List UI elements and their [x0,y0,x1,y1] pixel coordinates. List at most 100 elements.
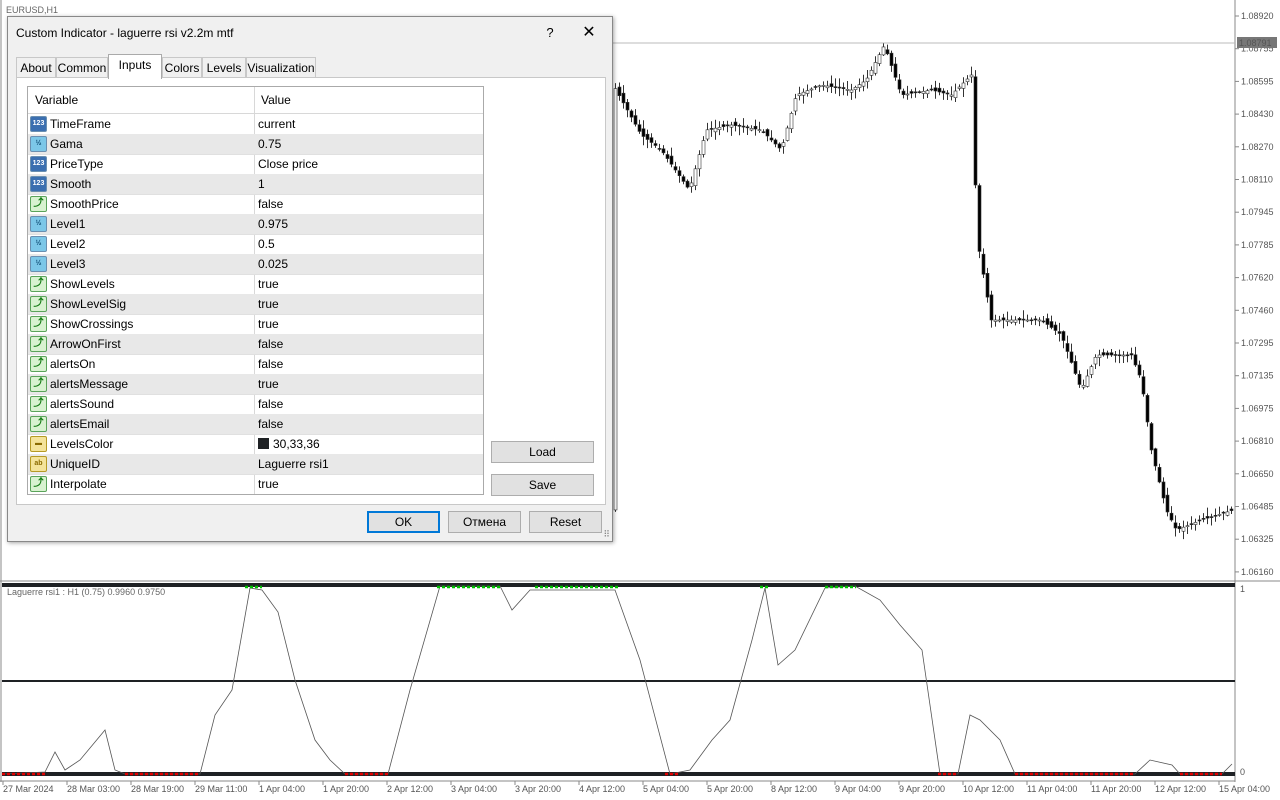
variable-value[interactable]: 1 [258,177,265,191]
table-row[interactable]: ⤴ SmoothPrice false [28,194,483,215]
tab-levels[interactable]: Levels [202,57,246,78]
table-row[interactable]: ⤴ Interpolate true [28,474,483,494]
candle-body [893,63,898,78]
variable-value-text: false [258,397,284,411]
candle-body [1225,511,1230,516]
reset-button[interactable]: Reset [529,511,602,533]
variable-value[interactable]: false [258,197,283,211]
variable-value[interactable]: false [258,357,283,371]
inputs-panel: Variable Value 123 TimeFrame current ½ Gama 0… [16,77,606,505]
tab-about[interactable]: About [16,57,56,78]
table-row[interactable]: ⤴ ArrowOnFirst false [28,334,483,355]
variable-name: Level3 [50,257,86,271]
candle-body [929,88,934,91]
table-row[interactable]: 123 Smooth 1 [28,174,483,195]
ok-button[interactable]: OK [367,511,440,533]
tab-colors[interactable]: Colors [162,57,202,78]
variable-value[interactable]: true [258,297,279,311]
variable-value[interactable]: false [258,417,283,431]
table-row[interactable]: ▬ LevelsColor 30,33,36 [28,434,483,455]
variable-value[interactable]: true [258,277,279,291]
candle-body [825,85,830,89]
table-row[interactable]: ½ Level2 0.5 [28,234,483,255]
string-icon: ab [30,456,47,472]
variable-value[interactable]: true [258,477,279,491]
variable-value[interactable]: 0.75 [258,137,281,151]
candle-body [1017,318,1022,321]
time-axis-label: 5 Apr 04:00 [643,784,689,794]
variable-value[interactable]: current [258,117,295,131]
variable-value[interactable]: false [258,337,283,351]
table-row[interactable]: ⤴ alertsSound false [28,394,483,415]
variable-value-text: false [258,417,284,431]
candle-body [1185,525,1190,527]
table-row[interactable]: ⤴ ShowCrossings true [28,314,483,335]
candle-body [1117,354,1122,357]
table-row[interactable]: ½ Level3 0.025 [28,254,483,275]
value-column-header: Value [261,93,291,107]
candle-body [869,69,874,76]
time-axis-label: 4 Apr 12:00 [579,784,625,794]
table-row[interactable]: 123 TimeFrame current [28,114,483,135]
color-swatch[interactable] [258,438,269,449]
tab-common[interactable]: Common [56,57,108,78]
variable-value-text: true [258,277,279,291]
double-icon: ½ [30,136,47,152]
close-icon[interactable]: ✕ [578,23,600,43]
candle-body [753,125,758,130]
candle-body [793,98,798,112]
table-row[interactable]: ½ Gama 0.75 [28,134,483,155]
variable-value[interactable]: 0.5 [258,237,275,251]
variable-value[interactable]: Laguerre rsi1 [258,457,329,471]
candle-body [665,154,670,159]
candle-body [841,87,846,89]
table-row[interactable]: 123 PriceType Close price [28,154,483,175]
variable-value[interactable]: Close price [258,157,318,171]
candle-body [821,85,826,87]
variable-value[interactable]: 30,33,36 [258,437,320,451]
candle-body [889,52,894,66]
price-axis-label: 1.08270 [1241,142,1274,152]
variable-value-text: Close price [258,157,319,171]
table-row[interactable]: ab UniqueID Laguerre rsi1 [28,454,483,475]
candle-body [1105,352,1110,356]
candle-body [1137,364,1142,376]
price-axis-label: 1.06485 [1241,502,1274,512]
candle-body [613,88,618,511]
time-axis-label: 9 Apr 20:00 [899,784,945,794]
help-button[interactable]: ? [540,23,560,43]
table-row[interactable]: ⤴ ShowLevelSig true [28,294,483,315]
resize-grip-icon[interactable]: ⠿ [603,529,610,540]
candle-body [741,125,746,128]
candle-body [1145,395,1150,423]
candle-body [1057,331,1062,334]
candle-body [829,83,834,87]
inputs-table[interactable]: Variable Value 123 TimeFrame current ½ Gama 0… [27,86,484,495]
cancel-button[interactable]: Отмена [448,511,521,533]
table-row[interactable]: ⤴ alertsMessage true [28,374,483,395]
load-button[interactable]: Load [491,441,594,463]
candle-body [777,143,782,149]
candle-body [749,128,754,131]
tab-visualization[interactable]: Visualization [246,57,316,78]
variable-name: SmoothPrice [50,197,119,211]
table-row[interactable]: ⤴ alertsOn false [28,354,483,375]
variable-value[interactable]: true [258,377,279,391]
tab-inputs[interactable]: Inputs [108,54,162,79]
candle-body [1217,514,1222,516]
table-row[interactable]: ⤴ ShowLevels true [28,274,483,295]
variable-value[interactable]: 0.025 [258,257,288,271]
variable-value[interactable]: 0.975 [258,217,288,231]
variable-value[interactable]: true [258,317,279,331]
indicator-label: Laguerre rsi1 : H1 (0.75) 0.9960 0.9750 [7,587,165,597]
candle-body [789,113,794,130]
price-axis-label: 1.06975 [1241,403,1274,413]
variable-value[interactable]: false [258,397,283,411]
save-button[interactable]: Save [491,474,594,496]
candle-body [1013,319,1018,323]
table-row[interactable]: ½ Level1 0.975 [28,214,483,235]
candle-body [1181,526,1186,532]
candle-body [1077,373,1082,385]
variable-name: alertsSound [50,397,115,411]
table-row[interactable]: ⤴ alertsEmail false [28,414,483,435]
